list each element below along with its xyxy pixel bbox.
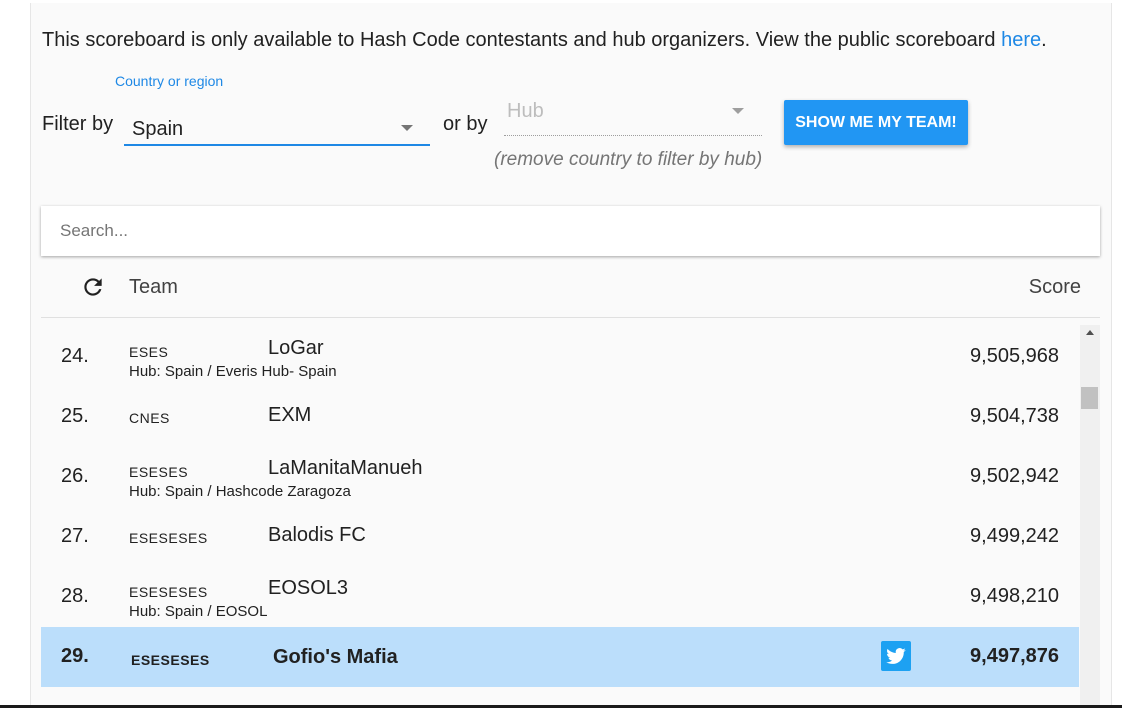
show-my-team-button[interactable]: SHOW ME MY TEAM! — [784, 100, 968, 145]
notice-text: This scoreboard is only available to Has… — [42, 29, 1002, 51]
row-rank: 28. — [61, 585, 89, 607]
row-team-name: EXM — [268, 404, 312, 426]
table-row-my-team[interactable]: 29. ESESESES Gofio's Mafia 9,497,876 — [41, 627, 1079, 687]
dropdown-caret-icon — [732, 108, 744, 114]
table-row[interactable]: 28. ESESESES EOSOL3 Hub: Spain / EOSOL 9… — [41, 567, 1079, 627]
row-rank: 24. — [61, 345, 89, 367]
search-box — [41, 206, 1100, 256]
dropdown-caret-icon — [401, 125, 413, 131]
row-country-flags: ESESESES — [129, 584, 208, 600]
row-score: 9,504,738 — [970, 405, 1059, 427]
row-team-name: Gofio's Mafia — [273, 646, 398, 668]
row-rank: 29. — [61, 645, 89, 667]
table-row[interactable]: 27. ESESESES Balodis FC 9,499,242 — [41, 507, 1079, 567]
twitter-icon — [886, 648, 906, 664]
country-select-value: Spain — [132, 118, 184, 140]
row-country-flags: ESESES — [129, 464, 189, 480]
header-divider — [41, 317, 1100, 318]
table-row[interactable]: 26. ESESES LaManitaManueh Hub: Spain / H… — [41, 447, 1079, 507]
row-score: 9,499,242 — [970, 525, 1059, 547]
twitter-share-button[interactable] — [881, 641, 911, 671]
row-rank: 26. — [61, 465, 89, 487]
refresh-icon — [84, 278, 102, 296]
country-select[interactable]: Spain — [124, 113, 430, 146]
row-team-name: EOSOL3 — [268, 577, 349, 599]
table-row[interactable]: 24. ESES LoGar Hub: Spain / Everis Hub- … — [41, 327, 1079, 387]
notice-end: . — [1041, 29, 1047, 51]
row-team-name: LaManitaManueh — [268, 457, 423, 479]
row-country-flags: ESES — [129, 344, 169, 360]
row-hub: Hub: Spain / EOSOL — [129, 603, 268, 620]
row-hub: Hub: Spain / Hashcode Zaragoza — [129, 483, 351, 500]
row-score: 9,505,968 — [970, 345, 1059, 367]
public-scoreboard-link[interactable]: here — [1001, 29, 1041, 51]
hub-select-placeholder: Hub — [507, 100, 544, 122]
hub-select[interactable]: Hub — [504, 100, 762, 136]
row-team-name: Balodis FC — [268, 524, 366, 546]
row-score: 9,498,210 — [970, 585, 1059, 607]
score-column-header[interactable]: Score — [1029, 276, 1081, 299]
scrollbar[interactable] — [1080, 325, 1100, 708]
row-country-flags: CNES — [129, 410, 170, 426]
row-hub: Hub: Spain / Everis Hub- Spain — [129, 363, 337, 380]
row-rank: 27. — [61, 525, 89, 547]
row-rank: 25. — [61, 405, 89, 427]
row-country-flags: ESESESES — [131, 652, 210, 668]
access-notice: This scoreboard is only available to Has… — [42, 29, 1047, 52]
or-by-label: or by — [443, 113, 488, 135]
table-row[interactable]: 25. CNES EXM 9,504,738 — [41, 387, 1079, 447]
refresh-button[interactable] — [80, 274, 106, 300]
scrollbar-thumb[interactable] — [1081, 387, 1098, 409]
hub-filter-hint: (remove country to filter by hub) — [494, 149, 763, 170]
scroll-up-arrow-icon[interactable] — [1086, 330, 1094, 335]
scoreboard-rows: 24. ESES LoGar Hub: Spain / Everis Hub- … — [41, 327, 1079, 687]
row-score: 9,497,876 — [970, 645, 1059, 667]
filter-by-label: Filter by — [42, 113, 114, 135]
country-field-label: Country or region — [115, 73, 224, 89]
row-team-name: LoGar — [268, 337, 324, 359]
scoreboard-card: This scoreboard is only available to Has… — [30, 3, 1112, 708]
row-country-flags: ESESESES — [129, 530, 208, 546]
row-score: 9,502,942 — [970, 465, 1059, 487]
team-column-header[interactable]: Team — [129, 276, 178, 299]
search-input[interactable] — [41, 206, 1100, 256]
